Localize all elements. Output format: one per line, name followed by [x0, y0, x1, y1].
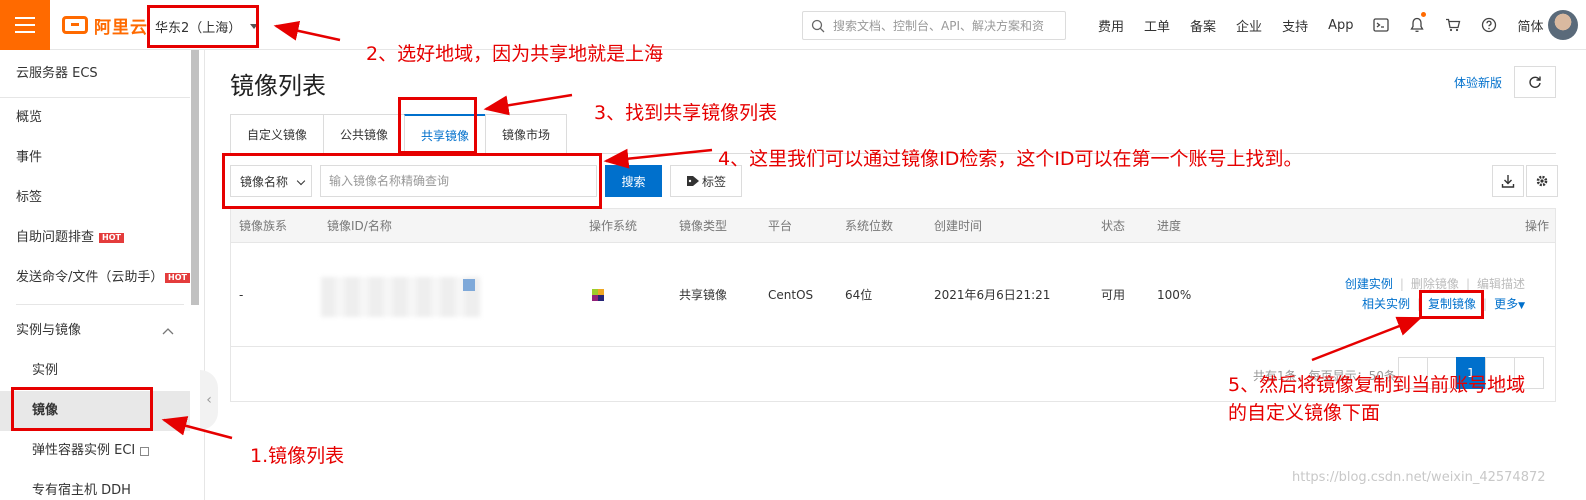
cell-type: 共享镜像 — [679, 288, 728, 302]
settings-button[interactable] — [1526, 165, 1558, 197]
create-instance-link[interactable]: 创建实例 — [1345, 277, 1393, 291]
delete-image-link[interactable]: 删除镜像 — [1411, 277, 1459, 291]
annotation-step-5-line2: 的自定义镜像下面 — [1228, 402, 1381, 424]
annotation-box-shared-tab — [398, 97, 477, 154]
global-search[interactable] — [802, 11, 1066, 40]
redacted-marker — [463, 279, 475, 291]
external-link-icon — [140, 446, 150, 456]
tag-icon — [686, 176, 699, 186]
sidebar: 云服务器 ECS 概览 事件 标签 自助问题排查 HOT 发送命令/文件（云助手）… — [0, 50, 205, 500]
bell-icon[interactable] — [1399, 0, 1435, 50]
annotation-box-images — [11, 387, 153, 431]
tab-public-images[interactable]: 公共镜像 — [323, 114, 405, 154]
sidebar-item-eci[interactable]: 弹性容器实例 ECI — [0, 431, 190, 471]
page-title: 镜像列表 — [230, 72, 326, 100]
language-switch[interactable]: 简体 — [1507, 16, 1553, 35]
sidebar-item-instances[interactable]: 实例 — [0, 351, 190, 391]
tab-custom-images[interactable]: 自定义镜像 — [230, 114, 324, 154]
global-search-input[interactable] — [833, 18, 1058, 33]
hamburger-menu-button[interactable] — [0, 0, 50, 50]
download-button[interactable] — [1492, 165, 1524, 197]
sidebar-group-instances-images[interactable]: 实例与镜像 — [0, 311, 190, 351]
refresh-icon — [1529, 76, 1541, 88]
col-created: 创建时间 — [934, 219, 983, 233]
annotation-step-4: 4、这里我们可以通过镜像ID检索，这个ID可以在第一个账号上找到。 — [718, 148, 1303, 170]
cell-bits: 64位 — [845, 288, 873, 302]
sidebar-item-self-troubleshoot[interactable]: 自助问题排查 HOT — [0, 218, 190, 258]
cell-platform: CentOS — [768, 288, 814, 302]
gear-icon — [1536, 175, 1548, 187]
chevron-up-icon — [162, 328, 174, 335]
terminal-icon[interactable] — [1363, 0, 1399, 50]
sidebar-item-events[interactable]: 事件 — [0, 138, 190, 178]
centos-icon — [592, 289, 604, 301]
table-row: - 共享镜像 CentOS 64位 2021年6月6日21:21 可用 100%… — [231, 243, 1555, 347]
top-nav: 费用 工单 备案 企业 支持 App 简体 — [1088, 0, 1554, 50]
user-avatar[interactable] — [1548, 10, 1578, 40]
nav-icp[interactable]: 备案 — [1180, 16, 1226, 35]
caret-down-icon: ▼ — [1518, 301, 1525, 311]
annotation-step-2: 2、选好地域，因为共享地就是上海 — [366, 43, 664, 65]
search-button[interactable]: 搜索 — [605, 165, 662, 197]
search-icon — [811, 19, 825, 32]
col-progress: 进度 — [1157, 219, 1182, 233]
col-actions: 操作 — [1524, 219, 1549, 233]
cell-created: 2021年6月6日21:21 — [934, 288, 1051, 302]
aliyun-logo-icon — [62, 16, 88, 34]
sidebar-divider — [16, 304, 184, 305]
notification-dot — [1421, 12, 1427, 17]
refresh-button[interactable] — [1514, 66, 1556, 98]
chevron-left-icon: ‹ — [206, 392, 212, 408]
annotation-box-search — [222, 153, 602, 209]
col-platform: 平台 — [768, 219, 793, 233]
redacted-image-id — [321, 277, 481, 317]
sidebar-item-cloud-assistant[interactable]: 发送命令/文件（云助手） HOT — [0, 258, 190, 298]
tab-marketplace-images[interactable]: 镜像市场 — [485, 114, 568, 154]
more-actions-link[interactable]: 更多 — [1494, 297, 1518, 311]
col-os: 操作系统 — [589, 219, 638, 233]
col-bits: 系统位数 — [845, 219, 894, 233]
nav-app[interactable]: App — [1318, 18, 1363, 33]
annotation-step-5-line1: 5、然后将镜像复制到当前账号地域 — [1228, 374, 1526, 396]
annotation-box-region — [147, 5, 259, 48]
table-header: 镜像族系 镜像ID/名称 操作系统 镜像类型 平台 系统位数 创建时间 状态 进… — [231, 209, 1555, 243]
col-family: 镜像族系 — [239, 219, 288, 233]
download-icon — [1501, 175, 1515, 188]
annotation-step-1: 1.镜像列表 — [250, 445, 345, 467]
hot-badge: HOT — [99, 233, 124, 243]
sidebar-scrollbar[interactable] — [191, 50, 199, 305]
cell-progress: 100% — [1157, 288, 1192, 302]
sidebar-collapse-handle[interactable]: ‹ — [200, 370, 218, 430]
sidebar-item-tags[interactable]: 标签 — [0, 178, 190, 218]
edit-description-link[interactable]: 编辑描述 — [1477, 277, 1525, 291]
annotation-box-copy-image — [1419, 290, 1484, 319]
sidebar-item-overview[interactable]: 概览 — [0, 98, 190, 138]
col-image-id: 镜像ID/名称 — [327, 219, 392, 233]
sidebar-item-ddh[interactable]: 专有宿主机 DDH — [0, 471, 190, 500]
nav-support[interactable]: 支持 — [1272, 16, 1318, 35]
nav-tickets[interactable]: 工单 — [1134, 16, 1180, 35]
try-new-version-link[interactable]: 体验新版 — [1454, 74, 1502, 91]
watermark: https://blog.csdn.net/weixin_42574872 — [1292, 470, 1546, 485]
hot-badge: HOT — [165, 273, 190, 283]
nav-enterprise[interactable]: 企业 — [1226, 16, 1272, 35]
cart-icon[interactable] — [1435, 0, 1471, 50]
annotation-step-3: 3、找到共享镜像列表 — [594, 102, 778, 124]
cell-status: 可用 — [1101, 288, 1126, 302]
nav-billing[interactable]: 费用 — [1088, 16, 1134, 35]
cell-family: - — [239, 288, 244, 302]
sidebar-title[interactable]: 云服务器 ECS — [0, 50, 190, 98]
aliyun-logo[interactable]: 阿里云 — [62, 14, 148, 38]
related-instances-link[interactable]: 相关实例 — [1362, 297, 1410, 311]
help-icon[interactable] — [1471, 0, 1507, 50]
col-type: 镜像类型 — [679, 219, 728, 233]
col-status: 状态 — [1101, 219, 1126, 233]
